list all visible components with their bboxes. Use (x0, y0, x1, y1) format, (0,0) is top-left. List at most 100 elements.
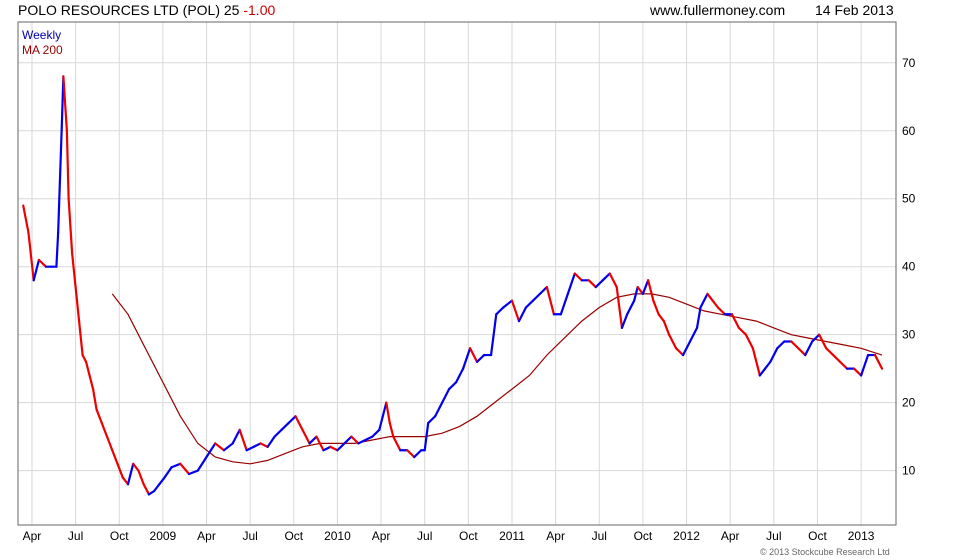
price-segment (804, 340, 814, 357)
price-segment (510, 299, 521, 323)
price-segment (441, 387, 451, 404)
price-segment (126, 462, 135, 486)
price-segment (730, 313, 741, 329)
price-segment (142, 483, 151, 496)
price-segment (308, 435, 318, 445)
x-tick-label: Oct (284, 529, 303, 543)
price-segment (392, 435, 402, 452)
price-segment (32, 258, 41, 282)
price-segment (427, 415, 437, 425)
price-segment (531, 292, 542, 302)
price-segment (695, 306, 702, 329)
price-segment (153, 483, 161, 493)
price-segment (641, 279, 650, 295)
price-segment (797, 347, 807, 357)
y-tick-label: 70 (902, 56, 916, 70)
price-segment (385, 401, 391, 425)
x-tick-label: Oct (634, 529, 653, 543)
price-chart: 10 20 30 40 50 60 70 Apr Jul Oct 2009 Apr Jul Oct 201… (17, 21, 916, 557)
price-segment (832, 353, 842, 363)
price-segment (825, 347, 835, 357)
legend-weekly: Weekly (22, 28, 61, 42)
price-segment (187, 469, 199, 476)
price-segment (706, 292, 714, 302)
price-segment (280, 421, 290, 431)
price-segment (559, 292, 569, 316)
price-segment (711, 299, 720, 309)
y-tick-label: 60 (902, 124, 916, 138)
x-tick-label: Oct (110, 529, 129, 543)
price-segment (737, 326, 747, 336)
credit-text: © 2013 Stockcube Research Ltd (760, 547, 890, 557)
x-tick-label: 2013 (848, 529, 875, 543)
ma-layer (111, 293, 883, 465)
price-segment (388, 421, 395, 438)
price-segment (601, 272, 611, 282)
x-tick-label: 2011 (499, 529, 525, 543)
price-segment (662, 319, 671, 336)
price-segment (294, 415, 304, 431)
price-segment (434, 401, 444, 418)
x-tick-label: 2009 (150, 529, 177, 543)
price-segment (674, 347, 685, 357)
price-segment (657, 313, 665, 323)
x-tick-label: 2010 (324, 529, 351, 543)
price-segment (259, 442, 269, 448)
x-tick-label: Jul (417, 529, 432, 543)
price-segment (357, 438, 367, 445)
price-segment (545, 285, 555, 316)
price-segment (776, 340, 786, 350)
price-segment (455, 367, 465, 384)
price-segment (74, 285, 81, 323)
price-segment (573, 272, 583, 282)
price-segment (163, 466, 173, 479)
price-segment (538, 285, 548, 295)
price-segment (587, 279, 597, 289)
price-segment (158, 476, 166, 486)
price-segment (763, 360, 772, 370)
x-tick-label: Apr (546, 529, 565, 543)
x-axis: Apr Jul Oct 2009 Apr Jul Oct 2010 Apr Jul Oct 2011 A… (23, 529, 875, 543)
price-segment (266, 435, 276, 448)
price-segment (132, 462, 140, 472)
price-segment (105, 435, 114, 452)
price-segment (137, 469, 145, 486)
y-tick-label: 50 (902, 192, 916, 206)
price-segment (462, 347, 472, 370)
price-segment (350, 435, 360, 445)
price-segment (62, 75, 68, 132)
price-segment (524, 299, 535, 309)
y-tick-label: 20 (902, 396, 916, 410)
price-segment (170, 462, 182, 469)
legend-ma200: MA 200 (22, 43, 63, 57)
plot-frame (17, 21, 897, 526)
price-segment (517, 306, 528, 323)
price-segment (91, 387, 98, 411)
price-segment (301, 428, 311, 445)
price-segment (252, 442, 262, 448)
price-segment (205, 442, 217, 459)
price-segment (626, 299, 636, 316)
price-segment (179, 462, 191, 476)
price-segment (196, 455, 208, 472)
price-segment (699, 292, 709, 309)
price-segment (67, 197, 74, 255)
price-segment (790, 340, 800, 350)
price-segment (111, 449, 119, 465)
y-tick-label: 10 (902, 464, 916, 478)
price-segment (22, 204, 30, 234)
price-segment (667, 333, 678, 350)
price-segment (364, 435, 374, 442)
price-segment (873, 353, 884, 370)
price-segment (55, 231, 60, 268)
price-segment (620, 313, 629, 329)
price-segment (71, 252, 77, 289)
price-segment (329, 445, 339, 452)
price-segment (287, 415, 297, 425)
x-tick-label: Oct (808, 529, 827, 543)
price-segment (378, 401, 388, 431)
x-tick-label: Jul (592, 529, 607, 543)
price-segment (27, 231, 35, 282)
x-tick-label: 2012 (673, 529, 700, 543)
price-segment (371, 428, 381, 438)
